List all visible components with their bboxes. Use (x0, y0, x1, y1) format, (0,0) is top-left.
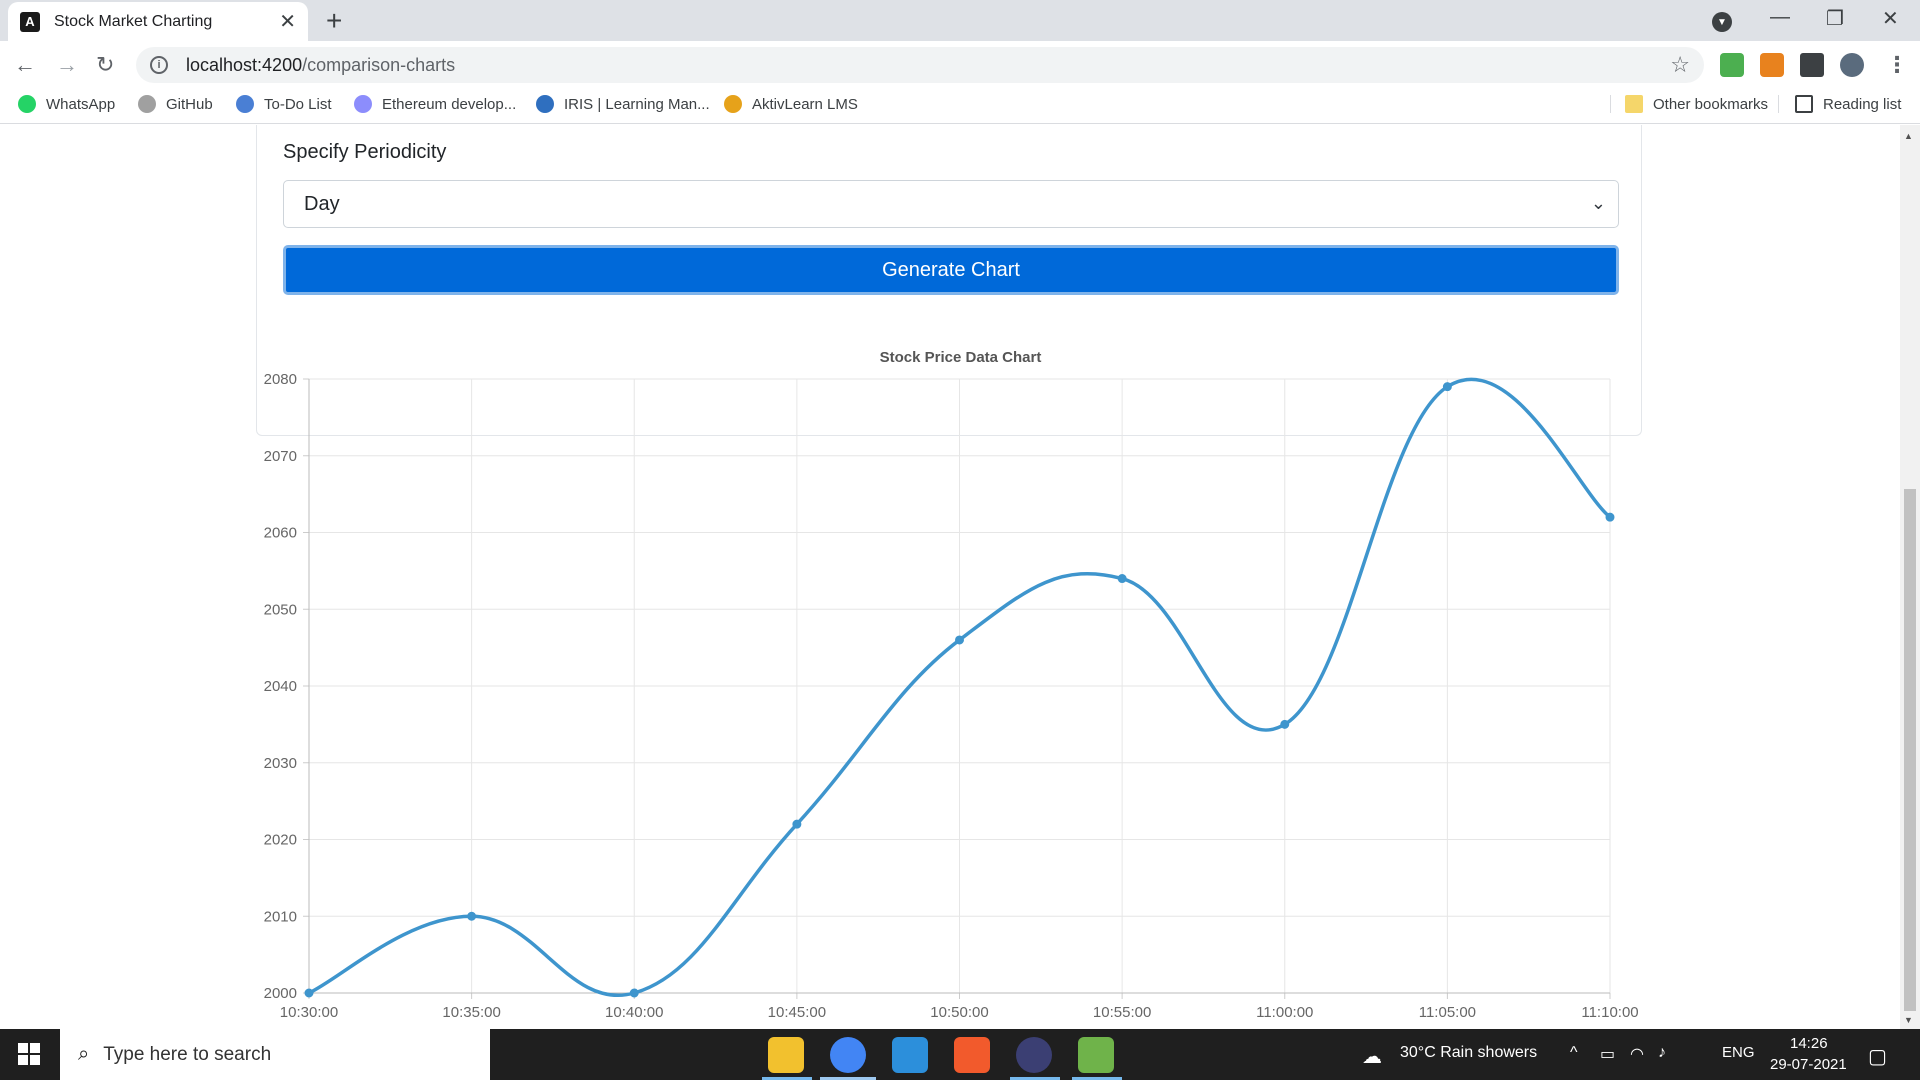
data-point (1117, 574, 1127, 584)
brave-icon[interactable] (954, 1037, 990, 1073)
search-placeholder: Type here to search (103, 1043, 272, 1065)
reload-icon[interactable]: ↻ (96, 51, 114, 79)
y-tick-label: 2060 (264, 525, 297, 542)
windows-start-icon[interactable] (18, 1043, 40, 1065)
data-point (467, 911, 477, 921)
data-point (1442, 382, 1452, 392)
tab-search-icon[interactable]: ▼ (1712, 12, 1732, 32)
y-tick-label: 2030 (264, 755, 297, 772)
tab-strip: A Stock Market Charting ✕ + ▼ — ❐ ✕ (0, 0, 1920, 41)
data-point (304, 988, 314, 998)
x-tick-label: 11:10:00 (1581, 1004, 1638, 1021)
y-tick-label: 2080 (264, 371, 297, 388)
battery-icon[interactable]: ▭ (1600, 1044, 1615, 1064)
back-icon[interactable]: ← (14, 51, 36, 79)
clock-time[interactable]: 14:26 (1790, 1035, 1828, 1052)
forward-icon[interactable]: → (56, 51, 78, 79)
git-icon[interactable] (1078, 1037, 1114, 1073)
x-tick-label: 10:35:00 (442, 1004, 500, 1021)
scrollbar-thumb[interactable] (1904, 489, 1916, 1011)
data-point (955, 635, 964, 645)
close-tab-icon[interactable]: ✕ (279, 9, 296, 34)
y-tick-label: 2040 (264, 678, 297, 695)
bookmark-aktivlearn[interactable]: AktivLearn LMS (724, 95, 858, 113)
browser-tab[interactable]: A Stock Market Charting ✕ (8, 2, 308, 41)
chrome-icon[interactable] (830, 1037, 866, 1073)
show-hidden-icons[interactable]: ^ (1570, 1044, 1578, 1062)
x-tick-label: 10:55:00 (1093, 1004, 1151, 1021)
reading-list[interactable]: Reading list (1778, 95, 1901, 113)
bookmark-github[interactable]: GitHub (138, 95, 213, 113)
bookmark-iris[interactable]: IRIS | Learning Man... (536, 95, 710, 113)
minimize-icon[interactable]: — (1770, 6, 1790, 29)
stock-price-chart: Stock Price Data Chart 2000 2010 2020 2030 20… (264, 349, 1639, 1021)
extensions-puzzle-icon[interactable] (1800, 53, 1824, 77)
chart-title: Stock Price Data Chart (880, 349, 1042, 366)
document-icon (236, 95, 254, 113)
x-tick-label: 10:45:00 (768, 1004, 826, 1021)
clock-date[interactable]: 29-07-2021 (1770, 1056, 1847, 1073)
x-tick-label: 10:40:00 (605, 1004, 663, 1021)
bookmark-star-icon[interactable]: ☆ (1670, 52, 1690, 78)
metamask-icon[interactable] (1760, 53, 1784, 77)
vscode-icon[interactable] (892, 1037, 928, 1073)
eclipse-icon[interactable] (1016, 1037, 1052, 1073)
close-window-icon[interactable]: ✕ (1882, 6, 1899, 31)
x-tick-label: 10:50:00 (930, 1004, 988, 1021)
restore-icon[interactable]: ❐ (1826, 6, 1844, 31)
aktivlearn-icon (724, 95, 742, 113)
weather-text[interactable]: 30°C Rain showers (1400, 1044, 1537, 1062)
bookmark-ethereum[interactable]: Ethereum develop... (354, 95, 516, 113)
volume-icon[interactable]: ♪ (1658, 1044, 1666, 1062)
address-bar[interactable]: i localhost:4200/comparison-charts ☆ (136, 47, 1704, 83)
y-tick-label: 2000 (264, 985, 297, 1002)
x-tick-label: 11:00:00 (1256, 1004, 1313, 1021)
url-text: localhost:4200/comparison-charts (186, 54, 456, 75)
ethereum-icon (354, 95, 372, 113)
github-icon (138, 95, 156, 113)
language-indicator[interactable]: ENG (1722, 1044, 1755, 1061)
page-scrollbar[interactable]: ▲ ▼ (1900, 125, 1920, 1029)
bookmark-todo[interactable]: To-Do List (236, 95, 332, 113)
x-tick-label: 11:05:00 (1419, 1004, 1476, 1021)
windows-taskbar: ⌕ Type here to search ☁ 30°C Rain shower… (0, 1029, 1920, 1080)
extension-check-icon[interactable] (1720, 53, 1744, 77)
site-info-icon[interactable]: i (150, 56, 168, 74)
bookmarks-bar: WhatsApp GitHub To-Do List Ethereum deve… (0, 89, 1920, 124)
notifications-icon[interactable]: ▢ (1868, 1044, 1887, 1069)
whatsapp-icon (18, 95, 36, 113)
data-point (629, 988, 639, 998)
y-tick-label: 2050 (264, 601, 297, 618)
other-bookmarks[interactable]: Other bookmarks (1610, 95, 1768, 113)
iris-icon (536, 95, 554, 113)
y-tick-label: 2020 (264, 832, 297, 849)
file-explorer-icon[interactable] (768, 1037, 804, 1073)
folder-icon (1625, 95, 1643, 113)
scroll-up-icon[interactable]: ▲ (1904, 131, 1913, 141)
page-content: Specify Periodicity Day ⌄ Generate Chart… (0, 125, 1900, 1029)
search-icon: ⌕ (78, 1043, 90, 1065)
y-tick-label: 2070 (264, 448, 297, 465)
menu-kebab-icon[interactable]: ⋮ (1886, 51, 1908, 79)
angular-icon: A (20, 11, 40, 32)
bookmark-whatsapp[interactable]: WhatsApp (18, 95, 115, 113)
browser-toolbar: ← → ↻ i localhost:4200/comparison-charts… (0, 41, 1920, 89)
wifi-icon[interactable]: ◠ (1630, 1044, 1644, 1064)
scroll-down-icon[interactable]: ▼ (1904, 1015, 1913, 1025)
tab-title: Stock Market Charting (54, 12, 213, 30)
data-point (1605, 512, 1615, 522)
new-tab-icon[interactable]: + (326, 7, 342, 35)
reading-list-icon (1795, 95, 1813, 113)
profile-avatar[interactable] (1840, 53, 1864, 77)
data-point (1280, 719, 1290, 729)
x-tick-label: 10:30:00 (280, 1004, 338, 1021)
taskbar-search-box[interactable]: ⌕ Type here to search (60, 1029, 490, 1080)
data-point (792, 819, 802, 829)
weather-icon[interactable]: ☁ (1362, 1044, 1382, 1069)
y-tick-label: 2010 (264, 908, 297, 925)
